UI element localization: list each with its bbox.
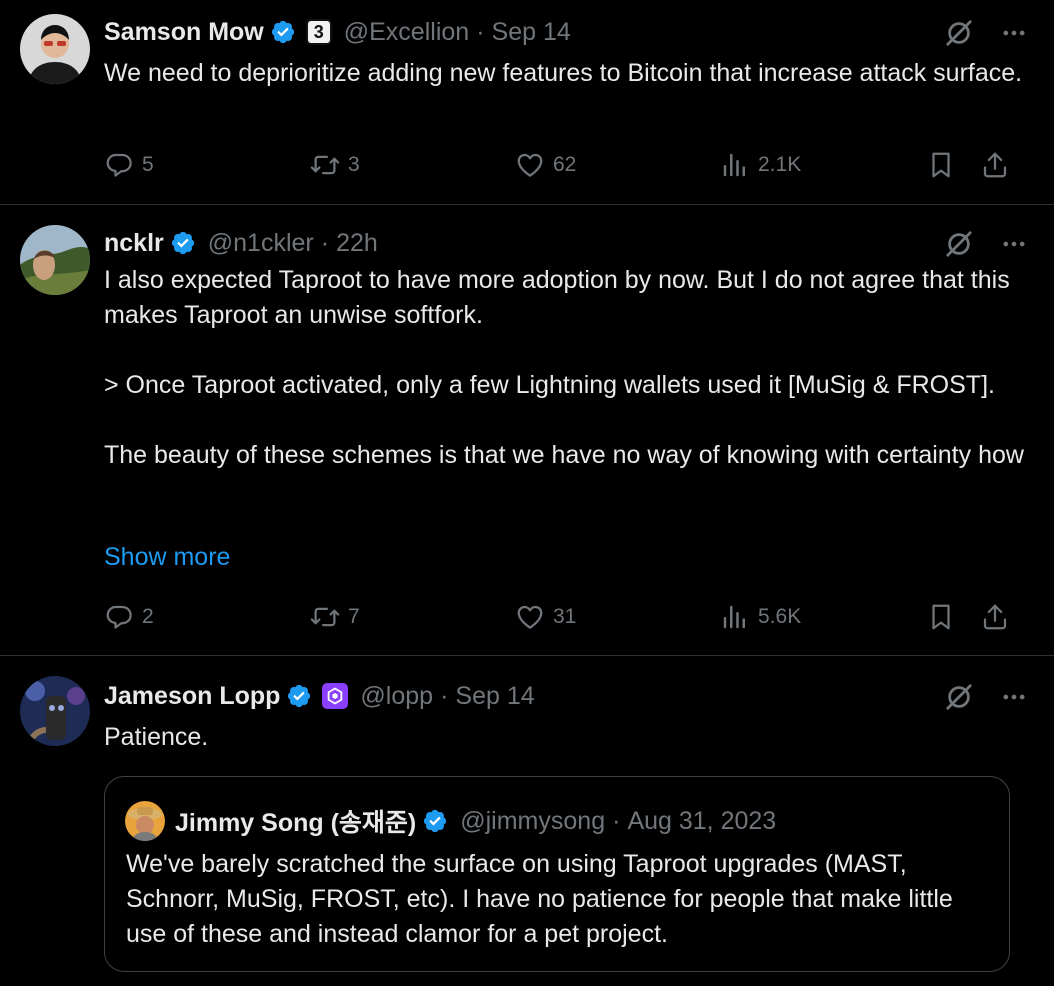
repost-button[interactable]: 7 — [310, 602, 360, 632]
verified-icon — [170, 230, 196, 256]
grok-icon[interactable] — [944, 682, 974, 712]
share-button[interactable] — [980, 602, 1010, 632]
views-icon — [720, 150, 750, 180]
avatar[interactable] — [20, 676, 90, 746]
more-options-icon[interactable] — [1000, 19, 1028, 47]
tweet-top-actions — [944, 682, 1028, 712]
verified-icon — [286, 683, 312, 709]
quoted-author-handle[interactable]: @jimmysong — [460, 807, 605, 836]
quoted-tweet[interactable]: Jimmy Song (송재준) @jimmysong · Aug 31, 20… — [104, 776, 1010, 972]
reply-count: 5 — [142, 153, 154, 176]
bookmark-icon — [926, 150, 956, 180]
timestamp[interactable]: Sep 14 — [492, 18, 571, 47]
reply-button[interactable]: 5 — [104, 150, 154, 180]
views-count: 2.1K — [758, 153, 802, 176]
author-handle[interactable]: @lopp — [360, 682, 433, 711]
like-count: 31 — [553, 605, 577, 628]
more-options-icon[interactable] — [1000, 683, 1028, 711]
tweet-header: Jameson Lopp @lopp · Sep 14 — [104, 679, 535, 713]
views-icon — [720, 602, 750, 632]
affiliate-badge-icon[interactable] — [322, 683, 349, 709]
repost-count: 7 — [348, 605, 360, 628]
views-button[interactable]: 2.1K — [720, 150, 801, 180]
hexagon-logo-icon — [328, 687, 343, 705]
quoted-tweet-text: We've barely scratched the surface on us… — [126, 850, 953, 948]
reply-count: 2 — [142, 605, 154, 628]
grok-icon[interactable] — [944, 229, 974, 259]
author-name[interactable]: ncklr — [104, 229, 164, 258]
share-button[interactable] — [980, 150, 1010, 180]
separator: · — [476, 17, 485, 46]
separator: · — [612, 806, 621, 835]
affiliate-badge-icon[interactable]: 3 — [305, 19, 332, 45]
avatar[interactable] — [20, 14, 90, 84]
like-button[interactable]: 62 — [515, 150, 576, 180]
timestamp[interactable]: Sep 14 — [455, 682, 534, 711]
avatar[interactable] — [20, 225, 90, 295]
separator: · — [320, 228, 330, 257]
repost-icon — [310, 602, 340, 632]
like-icon — [515, 150, 545, 180]
grok-icon[interactable] — [944, 18, 974, 48]
reply-button[interactable]: 2 — [104, 602, 154, 632]
share-icon — [980, 602, 1010, 632]
views-button[interactable]: 5.6K — [720, 602, 801, 632]
separator: · — [440, 681, 449, 710]
avatar — [125, 801, 165, 841]
show-more-link[interactable]: Show more — [104, 543, 230, 572]
tweet-top-actions — [944, 18, 1028, 48]
repost-button[interactable]: 3 — [310, 150, 360, 180]
verified-icon — [270, 19, 296, 45]
action-bar: 5 3 62 2.1K — [104, 145, 1014, 185]
bookmark-button[interactable] — [926, 150, 956, 180]
tweet-header: ncklr @n1ckler · 22h — [104, 226, 378, 260]
reply-icon — [104, 150, 134, 180]
verified-icon — [422, 808, 448, 834]
like-button[interactable]: 31 — [515, 602, 576, 632]
bookmark-icon — [926, 602, 956, 632]
affiliate-badge-text: 3 — [313, 21, 324, 42]
repost-icon — [310, 150, 340, 180]
action-bar: 2 7 31 5.6K — [104, 597, 1014, 637]
tweet-text: I also expected Taproot to have more ado… — [104, 266, 1024, 469]
quoted-author-name[interactable]: Jimmy Song (송재준) — [175, 803, 416, 839]
author-name[interactable]: Samson Mow — [104, 18, 264, 47]
views-count: 5.6K — [758, 605, 802, 628]
quoted-tweet-header: Jimmy Song (송재준) @jimmysong · Aug 31, 20… — [125, 801, 776, 841]
tweet-header: Samson Mow 3 @Excellion · Sep 14 — [104, 15, 571, 49]
share-icon — [980, 150, 1010, 180]
tweet-text: We need to deprioritize adding new featu… — [104, 59, 1023, 87]
more-options-icon[interactable] — [1000, 230, 1028, 258]
tweet-ncklr[interactable]: ncklr @n1ckler · 22h I also expected Tap… — [0, 205, 1054, 656]
author-name[interactable]: Jameson Lopp — [104, 682, 280, 711]
tweet-text: Patience. — [104, 723, 209, 751]
reply-icon — [104, 602, 134, 632]
repost-count: 3 — [348, 153, 360, 176]
like-icon — [515, 602, 545, 632]
like-count: 62 — [553, 153, 577, 176]
author-handle[interactable]: @n1ckler — [208, 229, 314, 258]
bookmark-button[interactable] — [926, 602, 956, 632]
timestamp[interactable]: 22h — [336, 229, 378, 258]
tweet-samson-mow[interactable]: Samson Mow 3 @Excellion · Sep 14 We need… — [0, 0, 1054, 205]
quoted-timestamp[interactable]: Aug 31, 2023 — [627, 807, 776, 836]
tweet-top-actions — [944, 229, 1028, 259]
author-handle[interactable]: @Excellion — [344, 18, 469, 47]
